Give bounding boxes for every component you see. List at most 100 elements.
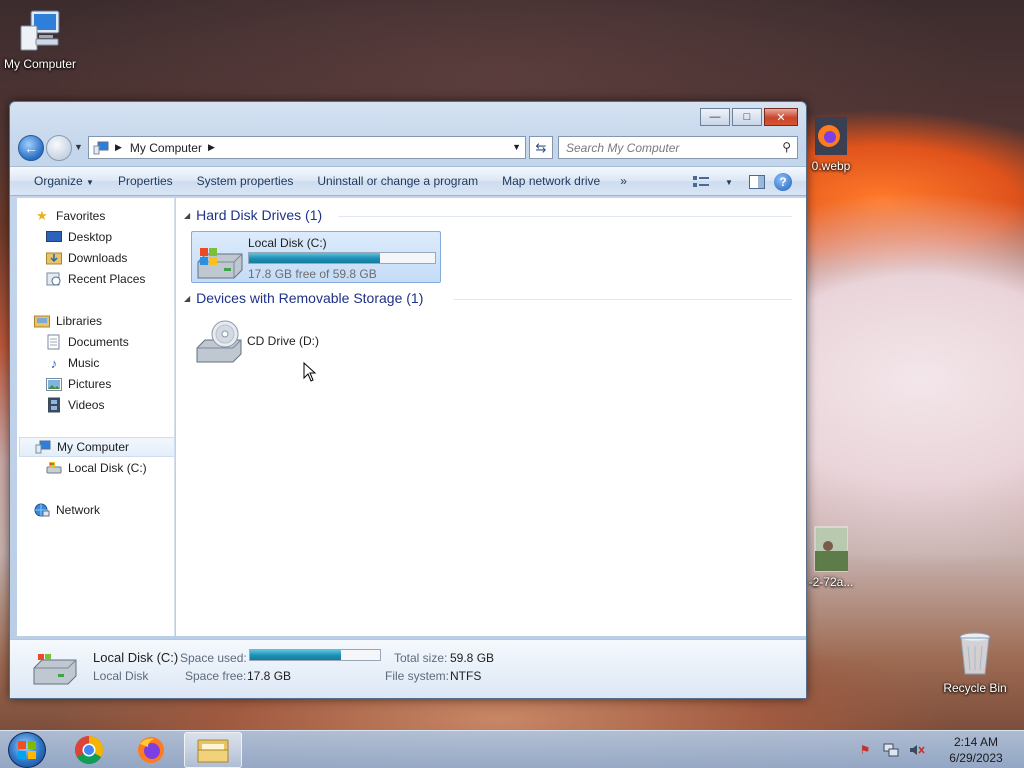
change-view-button[interactable] — [690, 174, 712, 190]
nav-label: Downloads — [68, 251, 128, 265]
details-space-free-label: Space free: — [185, 669, 247, 683]
nav-label: Recent Places — [68, 272, 146, 286]
search-placeholder: Search My Computer — [566, 140, 680, 155]
documents-icon — [45, 334, 63, 350]
details-total-size-value: 59.8 GB — [450, 651, 495, 665]
drive-usage-bar — [248, 252, 436, 264]
chevron-down-icon: ▼ — [74, 142, 83, 152]
action-center-flag-icon[interactable]: ⚑ — [856, 741, 874, 759]
desktop-icon-my-computer[interactable]: My Computer — [0, 8, 80, 71]
clock-date: 6/29/2023 — [949, 751, 1003, 765]
group-title: Devices with Removable Storage (1) — [196, 290, 424, 306]
details-file-system-label: File system: — [385, 669, 450, 683]
organize-button[interactable]: Organize ▼ — [10, 174, 106, 188]
refresh-icon: ⇆ — [535, 139, 547, 155]
desktop-icon-label: Recycle Bin — [943, 681, 1007, 695]
breadcrumb-separator-icon[interactable]: ▶ — [115, 142, 122, 153]
nav-label: Local Disk (C:) — [68, 461, 147, 475]
system-properties-button[interactable]: System properties — [185, 174, 306, 188]
caption-buttons: — □ ✕ — [700, 108, 798, 126]
help-icon: ? — [779, 175, 787, 189]
address-dropdown-icon[interactable]: ▼ — [512, 142, 521, 152]
music-note-icon: ♪ — [50, 355, 58, 371]
recent-places-icon — [45, 271, 63, 287]
hard-drive-icon — [33, 654, 77, 685]
hard-drive-icon — [45, 460, 63, 476]
nav-libraries[interactable]: Libraries — [33, 311, 189, 331]
computer-icon — [34, 439, 52, 455]
nav-network[interactable]: Network — [33, 500, 189, 520]
desktop-icon-image-file[interactable]: -2-72a... — [806, 526, 856, 589]
uninstall-program-button[interactable]: Uninstall or change a program — [305, 174, 490, 188]
desktop-icon-webp-file[interactable]: 0.webp — [806, 116, 856, 173]
chevron-down-icon: ▼ — [86, 178, 94, 187]
more-commands-button[interactable]: » — [612, 174, 635, 188]
search-icon[interactable]: ⚲ — [782, 140, 791, 154]
help-button[interactable]: ? — [774, 173, 792, 191]
refresh-button[interactable]: ⇆ — [529, 136, 553, 159]
system-tray: ⚑ 2:14 AM 6/29/2023 — [856, 731, 1024, 768]
properties-button[interactable]: Properties — [106, 174, 185, 188]
hard-drive-icon — [197, 248, 243, 279]
content-pane: ◢ Hard Disk Drives (1) Local Disk (C:) 1… — [176, 198, 806, 636]
collapse-triangle-icon[interactable]: ◢ — [184, 294, 190, 303]
windows-logo-icon — [18, 741, 36, 759]
volume-muted-icon[interactable] — [908, 741, 926, 759]
maximize-button[interactable]: □ — [732, 108, 762, 126]
cd-drive-icon — [196, 320, 242, 363]
nav-my-computer[interactable]: My Computer — [19, 437, 175, 457]
nav-label: Pictures — [68, 377, 112, 391]
navigation-bar: ← ▼ ▶ My Computer ▶ ▼ ⇆ Search My Comput… — [16, 133, 802, 161]
view-dropdown-icon[interactable]: ▼ — [724, 174, 734, 190]
group-title: Hard Disk Drives (1) — [196, 207, 323, 223]
chrome-icon — [75, 736, 103, 764]
start-button[interactable] — [8, 732, 46, 768]
forward-button[interactable] — [46, 135, 72, 161]
details-pane: Local Disk (C:) Local Disk Space used: S… — [10, 639, 806, 698]
desktop-icon-label: -2-72a... — [808, 575, 854, 589]
details-drive-type: Local Disk — [93, 669, 149, 683]
recycle-bin-icon — [959, 632, 991, 675]
network-icon — [33, 502, 51, 518]
nav-label: Network — [56, 503, 101, 517]
nav-label: Documents — [68, 335, 129, 349]
back-button[interactable]: ← — [18, 135, 44, 161]
taskbar-firefox-button[interactable] — [122, 732, 180, 768]
nav-label: Desktop — [68, 230, 113, 244]
search-box[interactable]: Search My Computer ⚲ — [558, 136, 798, 159]
command-bar: Organize ▼ Properties System properties … — [10, 166, 806, 196]
details-drive-name: Local Disk (C:) — [93, 650, 179, 665]
address-bar[interactable]: ▶ My Computer ▶ ▼ — [88, 136, 526, 159]
taskbar-explorer-button[interactable] — [184, 732, 242, 768]
libraries-icon — [33, 313, 51, 329]
breadcrumb-my-computer[interactable]: My Computer — [130, 141, 202, 155]
nav-favorites[interactable]: ★ Favorites — [33, 206, 189, 226]
drive-usage-fill — [249, 253, 380, 263]
group-header-hard-disk-drives[interactable]: ◢ Hard Disk Drives (1) — [184, 207, 322, 223]
map-network-drive-button[interactable]: Map network drive — [490, 174, 612, 188]
arrow-left-icon: ← — [24, 140, 38, 156]
minimize-button[interactable]: — — [700, 108, 730, 126]
drive-tile-local-disk-c[interactable]: Local Disk (C:) 17.8 GB free of 59.8 GB — [191, 231, 441, 283]
network-status-icon[interactable] — [882, 741, 900, 759]
recent-pages-dropdown[interactable]: ▼ — [74, 142, 83, 152]
clock[interactable]: 2:14 AM 6/29/2023 — [934, 734, 1018, 766]
details-space-used-label: Space used: — [180, 651, 247, 665]
drive-tile-cd-drive-d[interactable]: CD Drive (D:) — [191, 316, 441, 368]
video-film-icon — [45, 397, 63, 413]
preview-pane-button[interactable] — [746, 174, 768, 190]
taskbar-chrome-button[interactable] — [60, 732, 118, 768]
drive-free-space: 17.8 GB free of 59.8 GB — [248, 267, 377, 281]
image-file-icon — [814, 526, 849, 572]
details-usage-fill — [250, 650, 342, 660]
collapse-triangle-icon[interactable]: ◢ — [184, 211, 190, 220]
desktop-icon-recycle-bin[interactable]: Recycle Bin — [940, 630, 1010, 695]
drive-name: Local Disk (C:) — [248, 236, 327, 250]
desktop-icon-label: My Computer — [3, 57, 77, 71]
star-icon: ★ — [36, 208, 48, 223]
firefox-file-icon — [815, 117, 847, 155]
group-header-removable-storage[interactable]: ◢ Devices with Removable Storage (1) — [184, 290, 423, 306]
desktop-icon-label: 0.webp — [811, 159, 851, 173]
breadcrumb-separator-icon[interactable]: ▶ — [208, 142, 215, 153]
close-button[interactable]: ✕ — [764, 108, 798, 126]
